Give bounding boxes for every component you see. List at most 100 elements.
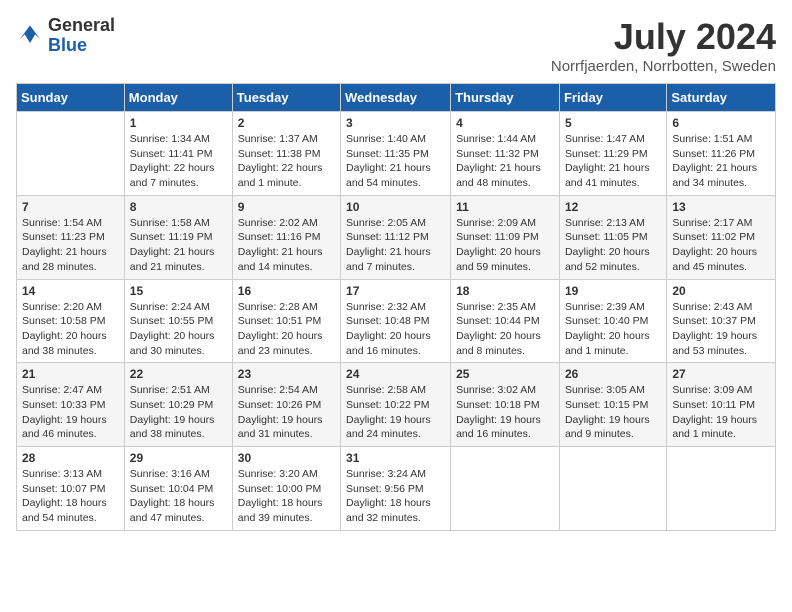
day-number: 16 (238, 284, 335, 298)
day-number: 27 (672, 367, 770, 381)
calendar-table: SundayMondayTuesdayWednesdayThursdayFrid… (16, 83, 776, 531)
day-info: Sunrise: 3:20 AMSunset: 10:00 PMDaylight… (238, 467, 335, 526)
day-info: Sunrise: 1:47 AMSunset: 11:29 PMDaylight… (565, 132, 661, 191)
location: Norrfjaerden, Norrbotten, Sweden (551, 58, 776, 75)
day-info: Sunrise: 2:02 AMSunset: 11:16 PMDaylight… (238, 216, 335, 275)
day-info: Sunrise: 3:24 AMSunset: 9:56 PMDaylight:… (346, 467, 445, 526)
calendar-cell: 16 Sunrise: 2:28 AMSunset: 10:51 PMDaylig… (232, 279, 340, 363)
calendar-cell: 21Sunrise: 2:47 AMSunset: 10:33 PMDaylig… (17, 363, 125, 447)
header-wednesday: Wednesday (341, 84, 451, 112)
calendar-cell: 31Sunrise: 3:24 AMSunset: 9:56 PMDayligh… (341, 447, 451, 531)
day-number: 10 (346, 200, 445, 214)
day-info: Sunrise: 2:39 AMSunset: 10:40 PMDaylight… (565, 300, 661, 359)
calendar-cell: 13 Sunrise: 2:17 AMSunset: 11:02 PMDaylig… (667, 195, 776, 279)
calendar-week-4: 21Sunrise: 2:47 AMSunset: 10:33 PMDaylig… (17, 363, 776, 447)
day-number: 24 (346, 367, 445, 381)
day-number: 7 (22, 200, 119, 214)
day-number: 30 (238, 451, 335, 465)
day-info: Sunrise: 2:20 AMSunset: 10:58 PMDaylight… (22, 300, 119, 359)
day-info: Sunrise: 2:24 AMSunset: 10:55 PMDaylight… (130, 300, 227, 359)
day-info: Sunrise: 2:28 AMSunset: 10:51 PMDaylight… (238, 300, 335, 359)
calendar-cell: 14 Sunrise: 2:20 AMSunset: 10:58 PMDaylig… (17, 279, 125, 363)
logo-text: General Blue (48, 16, 115, 56)
calendar-cell: 23 Sunrise: 2:54 AMSunset: 10:26 PMDaylig… (232, 363, 340, 447)
day-info: Sunrise: 2:32 AMSunset: 10:48 PMDaylight… (346, 300, 445, 359)
calendar-cell: 12Sunrise: 2:13 AMSunset: 11:05 PMDaylig… (559, 195, 666, 279)
calendar-cell: 25 Sunrise: 3:02 AMSunset: 10:18 PMDaylig… (451, 363, 560, 447)
logo: General Blue (16, 16, 115, 56)
calendar-cell: 20Sunrise: 2:43 AMSunset: 10:37 PMDaylig… (667, 279, 776, 363)
day-info: Sunrise: 2:58 AMSunset: 10:22 PMDaylight… (346, 383, 445, 442)
calendar-cell: 18 Sunrise: 2:35 AMSunset: 10:44 PMDaylig… (451, 279, 560, 363)
calendar-cell: 1Sunrise: 1:34 AMSunset: 11:41 PMDayligh… (124, 112, 232, 196)
day-number: 18 (456, 284, 554, 298)
day-number: 2 (238, 116, 335, 130)
logo-blue: Blue (48, 36, 115, 56)
day-number: 22 (130, 367, 227, 381)
calendar-cell: 8 Sunrise: 1:58 AMSunset: 11:19 PMDayligh… (124, 195, 232, 279)
calendar-header-row: SundayMondayTuesdayWednesdayThursdayFrid… (17, 84, 776, 112)
day-number: 14 (22, 284, 119, 298)
calendar-cell: 2 Sunrise: 1:37 AMSunset: 11:38 PMDayligh… (232, 112, 340, 196)
day-info: Sunrise: 1:37 AMSunset: 11:38 PMDaylight… (238, 132, 335, 191)
day-number: 23 (238, 367, 335, 381)
day-number: 3 (346, 116, 445, 130)
calendar-cell: 6Sunrise: 1:51 AMSunset: 11:26 PMDayligh… (667, 112, 776, 196)
header-monday: Monday (124, 84, 232, 112)
calendar-cell: 3 Sunrise: 1:40 AMSunset: 11:35 PMDayligh… (341, 112, 451, 196)
calendar-cell: 29 Sunrise: 3:16 AMSunset: 10:04 PMDaylig… (124, 447, 232, 531)
calendar-cell: 5 Sunrise: 1:47 AMSunset: 11:29 PMDayligh… (559, 112, 666, 196)
calendar-week-1: 1Sunrise: 1:34 AMSunset: 11:41 PMDayligh… (17, 112, 776, 196)
day-info: Sunrise: 3:16 AMSunset: 10:04 PMDaylight… (130, 467, 227, 526)
logo-icon (16, 22, 44, 50)
day-number: 11 (456, 200, 554, 214)
day-info: Sunrise: 3:13 AMSunset: 10:07 PMDaylight… (22, 467, 119, 526)
day-number: 25 (456, 367, 554, 381)
calendar-cell: 22 Sunrise: 2:51 AMSunset: 10:29 PMDaylig… (124, 363, 232, 447)
day-number: 28 (22, 451, 119, 465)
calendar-cell: 30 Sunrise: 3:20 AMSunset: 10:00 PMDaylig… (232, 447, 340, 531)
day-number: 6 (672, 116, 770, 130)
day-number: 8 (130, 200, 227, 214)
day-number: 4 (456, 116, 554, 130)
header-friday: Friday (559, 84, 666, 112)
calendar-cell (451, 447, 560, 531)
day-number: 19 (565, 284, 661, 298)
day-number: 20 (672, 284, 770, 298)
day-number: 26 (565, 367, 661, 381)
day-info: Sunrise: 2:35 AMSunset: 10:44 PMDaylight… (456, 300, 554, 359)
day-info: Sunrise: 1:44 AMSunset: 11:32 PMDaylight… (456, 132, 554, 191)
day-info: Sunrise: 2:54 AMSunset: 10:26 PMDaylight… (238, 383, 335, 442)
day-info: Sunrise: 2:51 AMSunset: 10:29 PMDaylight… (130, 383, 227, 442)
calendar-cell: 7Sunrise: 1:54 AMSunset: 11:23 PMDayligh… (17, 195, 125, 279)
day-number: 5 (565, 116, 661, 130)
day-info: Sunrise: 2:09 AMSunset: 11:09 PMDaylight… (456, 216, 554, 275)
calendar-cell: 24 Sunrise: 2:58 AMSunset: 10:22 PMDaylig… (341, 363, 451, 447)
calendar-cell: 17Sunrise: 2:32 AMSunset: 10:48 PMDaylig… (341, 279, 451, 363)
day-info: Sunrise: 1:40 AMSunset: 11:35 PMDaylight… (346, 132, 445, 191)
logo-general: General (48, 16, 115, 36)
day-number: 29 (130, 451, 227, 465)
calendar-week-2: 7Sunrise: 1:54 AMSunset: 11:23 PMDayligh… (17, 195, 776, 279)
day-info: Sunrise: 2:47 AMSunset: 10:33 PMDaylight… (22, 383, 119, 442)
calendar-cell (667, 447, 776, 531)
calendar-cell: 10 Sunrise: 2:05 AMSunset: 11:12 PMDaylig… (341, 195, 451, 279)
day-info: Sunrise: 3:05 AMSunset: 10:15 PMDaylight… (565, 383, 661, 442)
month-title: July 2024 (551, 16, 776, 58)
day-number: 15 (130, 284, 227, 298)
calendar-cell: 11 Sunrise: 2:09 AMSunset: 11:09 PMDaylig… (451, 195, 560, 279)
day-number: 13 (672, 200, 770, 214)
day-info: Sunrise: 3:09 AMSunset: 10:11 PMDaylight… (672, 383, 770, 442)
calendar-week-3: 14 Sunrise: 2:20 AMSunset: 10:58 PMDaylig… (17, 279, 776, 363)
day-number: 9 (238, 200, 335, 214)
calendar-cell: 28 Sunrise: 3:13 AMSunset: 10:07 PMDaylig… (17, 447, 125, 531)
calendar-cell: 4 Sunrise: 1:44 AMSunset: 11:32 PMDayligh… (451, 112, 560, 196)
day-info: Sunrise: 2:05 AMSunset: 11:12 PMDaylight… (346, 216, 445, 275)
day-info: Sunrise: 1:58 AMSunset: 11:19 PMDaylight… (130, 216, 227, 275)
day-info: Sunrise: 2:17 AMSunset: 11:02 PMDaylight… (672, 216, 770, 275)
day-info: Sunrise: 1:34 AMSunset: 11:41 PMDaylight… (130, 132, 227, 191)
calendar-cell: 15 Sunrise: 2:24 AMSunset: 10:55 PMDaylig… (124, 279, 232, 363)
header-tuesday: Tuesday (232, 84, 340, 112)
day-info: Sunrise: 3:02 AMSunset: 10:18 PMDaylight… (456, 383, 554, 442)
header-saturday: Saturday (667, 84, 776, 112)
